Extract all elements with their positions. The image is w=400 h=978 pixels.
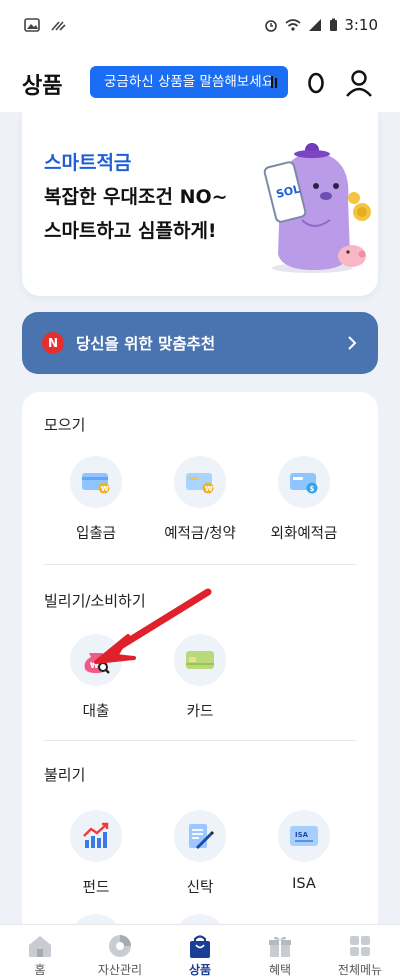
shopping-bag-icon: [190, 935, 210, 958]
section-divider: [44, 740, 356, 741]
tile-icon-wrap: ₩: [70, 456, 122, 508]
search-tooltip[interactable]: 궁금하신 상품을 말씀해보세요: [90, 66, 289, 98]
search-voice-icon[interactable]: [302, 68, 330, 96]
tile-label: 예적금/청약: [164, 526, 236, 542]
fund-chart-icon: [83, 822, 109, 848]
card-won-icon: ₩: [186, 473, 214, 494]
tile-trust[interactable]: 신탁: [148, 810, 252, 910]
banner-kicker: 스마트적금: [44, 152, 132, 174]
grid-menu-icon: [350, 936, 370, 956]
tile-label: 신탁: [186, 880, 214, 896]
page-title: 상품: [22, 74, 63, 99]
tile-label: 외화예적금: [270, 526, 338, 542]
tile-label: ISA: [292, 876, 316, 892]
content-scroll[interactable]: 스마트적금 복잡한 우대조건 NO~ 스마트하고 심플하게! SOL N 당신을…: [0, 112, 400, 924]
tile-icon-wrap: [70, 914, 122, 924]
nav-label: 혜택: [268, 963, 292, 977]
bottom-nav: 홈 자산관리 상품 혜택 전체메뉴: [0, 924, 400, 978]
tile-icon-wrap: [174, 914, 226, 924]
profile-icon[interactable]: [344, 68, 374, 98]
status-right: 3:10: [263, 16, 378, 34]
section-title-grow: 불리기: [44, 766, 86, 784]
status-time: 3:10: [344, 16, 378, 34]
signal-slash-icon: [51, 21, 66, 31]
tile-label: 입출금: [75, 526, 117, 542]
svg-text:₩: ₩: [205, 485, 213, 493]
tile-icon-wrap: [174, 810, 226, 862]
nav-label: 상품: [188, 963, 212, 977]
recommend-label: 당신을 위한 맞춤추천: [76, 335, 216, 353]
banner-mascot-illustration: SOL: [263, 143, 371, 273]
nav-home[interactable]: 홈: [0, 925, 80, 978]
trust-document-icon: [189, 824, 215, 850]
chevron-right-icon: [348, 336, 357, 350]
tile-icon-wrap: $: [278, 456, 330, 508]
home-icon: [29, 936, 51, 957]
header: 상품 궁금하신 상품을 말씀해보세요: [0, 54, 400, 112]
nav-full-menu[interactable]: 전체메뉴: [320, 925, 400, 978]
tile-isa[interactable]: ISA ISA: [252, 810, 356, 910]
svg-text:$: $: [310, 485, 315, 493]
isa-card-icon: ISA: [290, 826, 318, 846]
tile-partial[interactable]: [148, 914, 252, 924]
tile-partial[interactable]: [44, 914, 148, 924]
tile-fund[interactable]: 펀드: [44, 810, 148, 910]
battery-icon: [330, 18, 338, 31]
nav-benefits[interactable]: 혜택: [240, 925, 320, 978]
nav-label: 홈: [34, 963, 46, 977]
banner-line-2: 스마트하고 심플하게!: [44, 220, 217, 242]
annotation-arrow: [94, 588, 212, 664]
alarm-icon: [265, 20, 278, 32]
tile-icon-wrap: [70, 810, 122, 862]
status-left: [24, 18, 66, 32]
tile-label: 펀드: [82, 880, 110, 896]
cell-signal-icon: [309, 19, 322, 31]
nav-label: 전체메뉴: [337, 963, 383, 977]
tile-icon-wrap: ₩: [174, 456, 226, 508]
tile-deposit[interactable]: ₩ 입출금: [44, 456, 148, 556]
tile-label: 대출: [82, 704, 110, 720]
gift-icon: [269, 936, 291, 957]
wifi-icon: [285, 19, 301, 31]
banner-line-1: 복잡한 우대조건 NO~: [44, 186, 228, 208]
recommend-bar[interactable]: N 당신을 위한 맞춤추천: [22, 312, 378, 374]
status-bar: 3:10: [0, 0, 400, 54]
section-divider: [44, 564, 356, 565]
tile-icon-wrap: ISA: [278, 810, 330, 862]
search-icon[interactable]: [270, 68, 284, 96]
new-badge: N: [42, 332, 64, 354]
nav-assets[interactable]: 자산관리: [80, 925, 160, 978]
nav-label: 자산관리: [97, 963, 143, 977]
tile-fx-savings[interactable]: $ 외화예적금: [252, 456, 356, 556]
isa-card-text: ISA: [295, 831, 309, 839]
tile-label: 카드: [186, 704, 214, 720]
promo-banner[interactable]: 스마트적금 복잡한 우대조건 NO~ 스마트하고 심플하게! SOL: [22, 112, 378, 296]
nav-products[interactable]: 상품: [160, 925, 240, 978]
card-dollar-icon: $: [290, 473, 318, 494]
gallery-notification-icon: [24, 18, 40, 32]
tile-savings[interactable]: ₩ 예적금/청약: [148, 456, 252, 556]
section-title-save: 모으기: [44, 416, 86, 434]
asset-chart-icon: [109, 935, 131, 957]
wallet-won-icon: ₩: [82, 473, 110, 494]
svg-text:₩: ₩: [101, 485, 109, 493]
